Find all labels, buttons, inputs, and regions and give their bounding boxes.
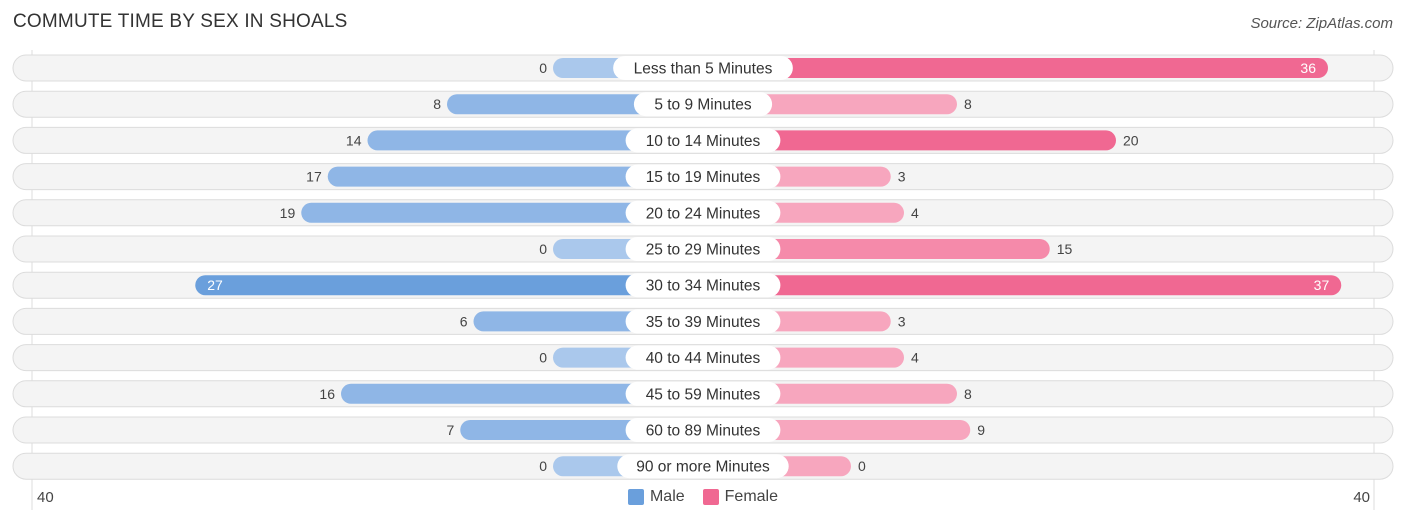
legend-item-male[interactable]: Male [627, 488, 685, 506]
category-label: 25 to 29 Minutes [646, 242, 761, 259]
category-label: 30 to 34 Minutes [646, 278, 761, 295]
value-label-female: 4 [911, 350, 919, 366]
value-label-male: 0 [539, 60, 547, 76]
value-label-female: 8 [964, 96, 972, 112]
value-label-female: 37 [1314, 277, 1330, 293]
value-label-female: 15 [1057, 241, 1073, 257]
value-label-female: 4 [911, 205, 919, 221]
category-label: Less than 5 Minutes [634, 61, 773, 78]
value-label-male: 17 [306, 169, 322, 185]
value-label-male: 16 [319, 386, 335, 402]
value-label-male: 27 [207, 277, 223, 293]
bar-female [703, 275, 1342, 296]
category-label: 15 to 19 Minutes [646, 169, 761, 186]
value-label-male: 7 [446, 422, 454, 438]
chart-svg: Less than 5 Minutes0 365 to 9 Minutes8 810… [12, 50, 1394, 510]
value-label-female: 9 [977, 422, 985, 438]
category-label: 10 to 14 Minutes [646, 133, 761, 150]
legend-swatch-male [627, 489, 644, 505]
bar-female [703, 58, 1328, 78]
category-label: 20 to 24 Minutes [646, 205, 761, 222]
value-label-male: 6 [460, 313, 468, 329]
legend-item-female[interactable]: Female [702, 488, 779, 506]
value-label-male: 19 [280, 205, 296, 221]
value-label-female: 3 [898, 313, 906, 329]
value-label-male: 14 [346, 132, 362, 148]
value-label-female: 20 [1123, 132, 1139, 148]
legend: Male Female [0, 488, 1406, 506]
category-label: 40 to 44 Minutes [646, 350, 761, 367]
value-label-female: 3 [898, 169, 906, 185]
value-label-male: 0 [539, 350, 547, 366]
category-label: 60 to 89 Minutes [646, 423, 761, 440]
legend-label-female: Female [724, 488, 779, 505]
legend-label-male: Male [649, 488, 685, 505]
value-label-female: 36 [1300, 60, 1316, 76]
value-label-female: 0 [858, 458, 866, 474]
category-label: 5 to 9 Minutes [654, 97, 752, 114]
value-label-male: 0 [539, 241, 547, 257]
legend-swatch-female [702, 489, 719, 505]
value-label-female: 8 [964, 386, 972, 402]
category-label: 35 to 39 Minutes [646, 314, 761, 331]
category-label: 45 to 59 Minutes [646, 386, 761, 403]
value-label-male: 8 [433, 96, 441, 112]
category-label: 90 or more Minutes [636, 459, 770, 476]
value-label-male: 0 [539, 458, 547, 474]
